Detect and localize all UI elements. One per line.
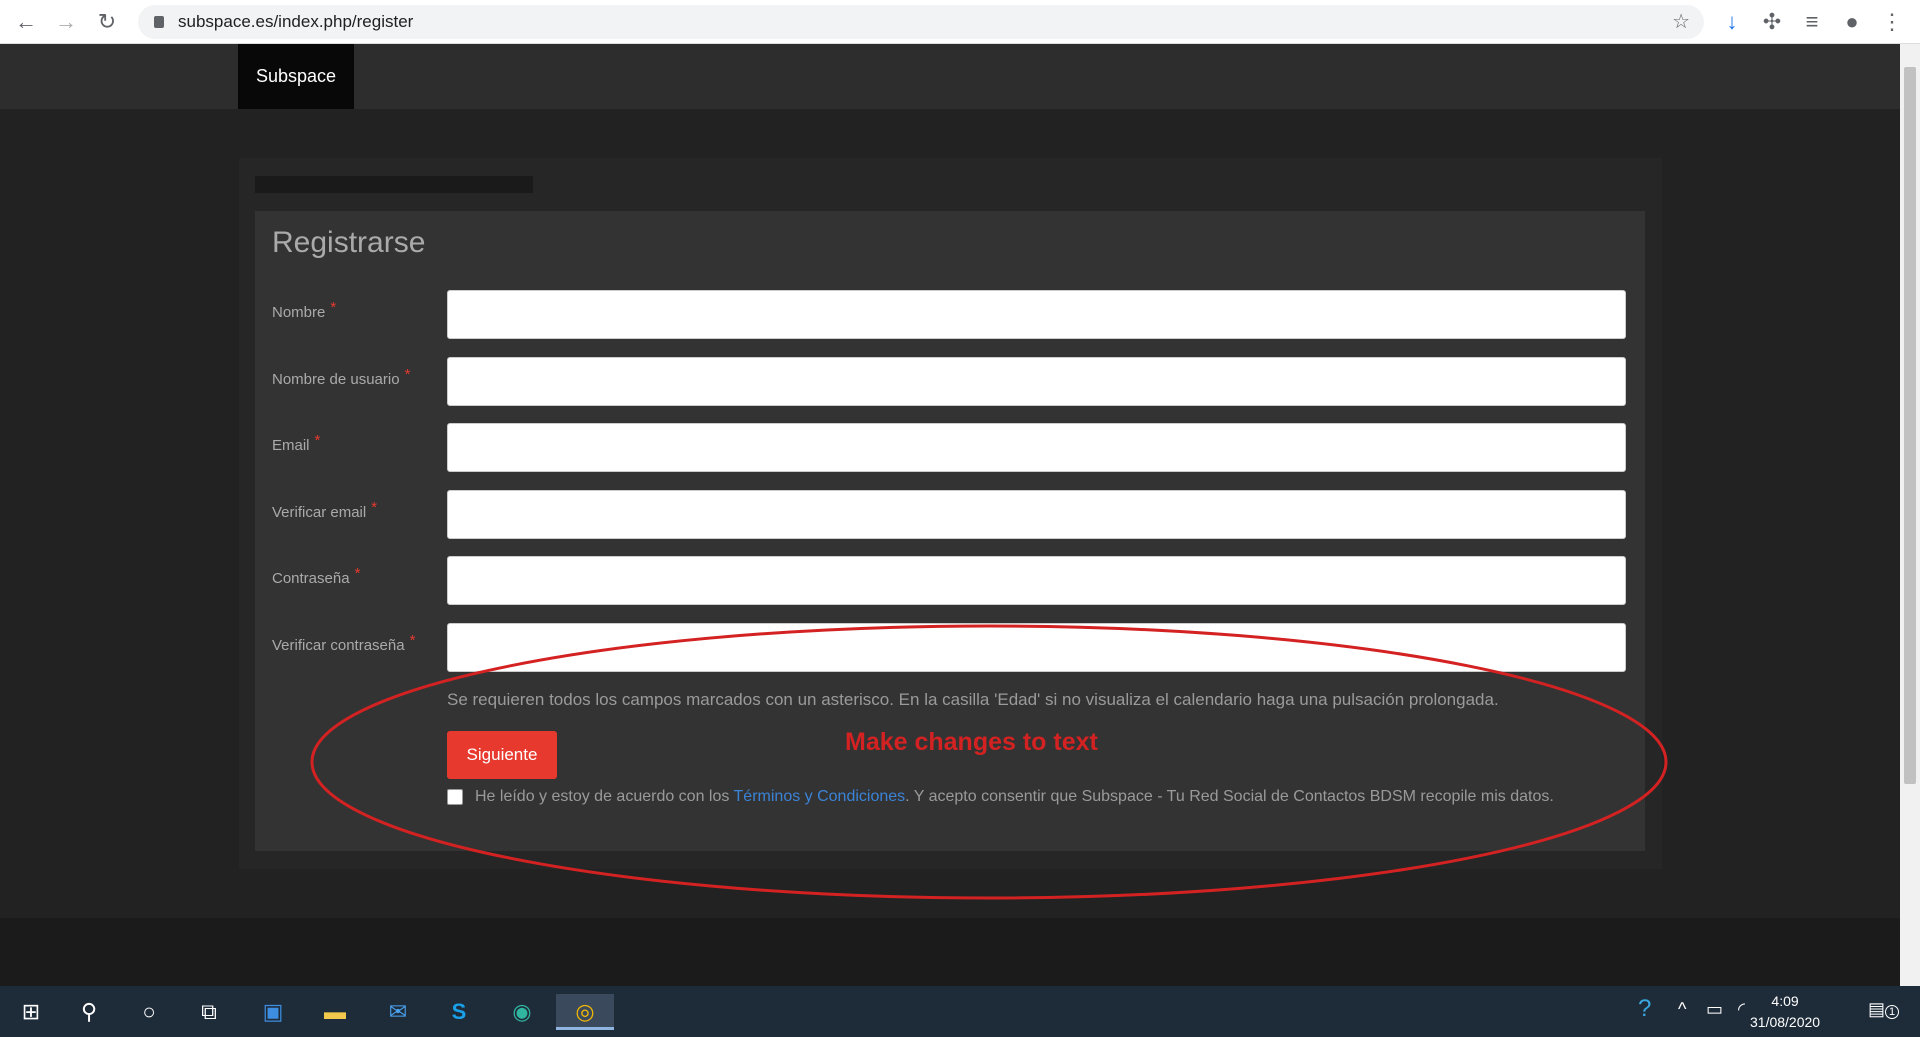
scrollbar[interactable] (1900, 44, 1920, 986)
label-text: Nombre de usuario (272, 370, 400, 388)
notification-count: 1 (1885, 1005, 1900, 1019)
field-input[interactable] (447, 290, 1626, 339)
required-mark: * (371, 498, 378, 516)
extensions-icon[interactable]: ✣ (1758, 8, 1786, 36)
next-button[interactable]: Siguiente (447, 731, 557, 779)
field-input[interactable] (447, 356, 1626, 406)
menu-icon[interactable]: ⋮ (1878, 8, 1906, 36)
field-input[interactable] (447, 489, 1626, 539)
taskbar: ⊞ ⚲ ○ ⧉ ▣ ▬ ✉ S ◉ ◎ ? ^ ▭ ◜ 4:09 31/08/2… (0, 986, 1920, 1037)
edge-icon[interactable]: ◉ (500, 994, 544, 1030)
clock-time: 4:09 (1771, 993, 1799, 1009)
browser-toolbar: ← → ↻ subspace.es/index.php/register ☆ ↓… (0, 0, 1920, 44)
task-view-icon[interactable]: ⧉ (187, 994, 231, 1030)
label-text: Email (272, 437, 310, 454)
brand-link[interactable]: Subspace (238, 44, 354, 109)
terms-checkbox[interactable] (447, 789, 463, 805)
field-input[interactable] (447, 556, 1626, 605)
field-label: Verificar contraseña * (272, 632, 415, 654)
field-label: Contraseña * (272, 565, 360, 587)
lock-icon (154, 16, 164, 28)
forward-icon[interactable]: → (52, 8, 80, 36)
annotation-text: Make changes to text (845, 728, 1098, 756)
terms-pre: He leído y estoy de acuerdo con los (475, 788, 734, 805)
chrome-icon[interactable]: ◎ (556, 994, 614, 1030)
field-label: Nombre * (272, 299, 336, 321)
terms-link[interactable]: Términos y Condiciones (734, 788, 906, 805)
chevron-up-icon[interactable]: ^ (1678, 999, 1686, 1020)
required-mark: * (409, 631, 416, 649)
required-mark: * (354, 565, 361, 582)
field-input[interactable] (447, 423, 1626, 472)
label-text: Contraseña (272, 570, 350, 587)
bookmark-star-icon[interactable]: ☆ (1672, 9, 1690, 34)
required-mark: * (330, 299, 337, 316)
terms-text: He leído y estoy de acuerdo con los Térm… (475, 788, 1554, 806)
clock[interactable]: 4:09 31/08/2020 (1750, 991, 1820, 1033)
url-text: subspace.es/index.php/register (178, 12, 414, 31)
profile-icon[interactable]: ● (1838, 8, 1866, 36)
field-label: Nombre de usuario * (272, 366, 410, 388)
field-input[interactable] (447, 622, 1626, 672)
site-navbar: Subspace (0, 44, 1920, 109)
battery-icon[interactable]: ▭ (1706, 999, 1723, 1020)
page-footer (0, 918, 1900, 986)
label-text: Verificar contraseña (272, 636, 405, 654)
search-icon[interactable]: ⚲ (67, 994, 111, 1030)
breadcrumb-bar (255, 176, 533, 193)
label-text: Nombre (272, 304, 326, 321)
page-title: Registrarse (272, 226, 426, 259)
terms-post: . Y acepto consentir que Subspace - Tu R… (905, 788, 1554, 805)
help-text: Se requieren todos los campos marcados c… (447, 690, 1499, 709)
required-mark: * (404, 365, 411, 383)
clock-date: 31/08/2020 (1750, 1014, 1821, 1030)
mail-icon[interactable]: ✉ (376, 994, 420, 1030)
file-explorer-icon[interactable]: ▬ (313, 994, 357, 1030)
skype-icon[interactable]: S (437, 994, 481, 1030)
field-label: Email * (272, 432, 320, 454)
windows-start-icon[interactable]: ⊞ (9, 994, 53, 1030)
required-mark: * (314, 432, 321, 449)
store-icon[interactable]: ▣ (251, 994, 295, 1030)
media-queue-icon[interactable]: ≡ (1798, 8, 1826, 36)
wifi-icon[interactable]: ◜ (1738, 999, 1745, 1020)
notifications-icon[interactable]: ▤ 1 (1868, 999, 1900, 1020)
back-icon[interactable]: ← (12, 8, 40, 36)
download-icon[interactable]: ↓ (1718, 8, 1746, 36)
scrollbar-thumb[interactable] (1904, 67, 1916, 784)
field-label: Verificar email * (272, 499, 377, 521)
cortana-icon[interactable]: ○ (127, 994, 171, 1030)
terms-row: He leído y estoy de acuerdo con los Térm… (447, 788, 1554, 806)
label-text: Verificar email (272, 503, 367, 521)
address-bar[interactable]: subspace.es/index.php/register ☆ (138, 5, 1704, 39)
help-icon[interactable]: ? (1638, 995, 1651, 1023)
reload-icon[interactable]: ↻ (93, 8, 121, 36)
